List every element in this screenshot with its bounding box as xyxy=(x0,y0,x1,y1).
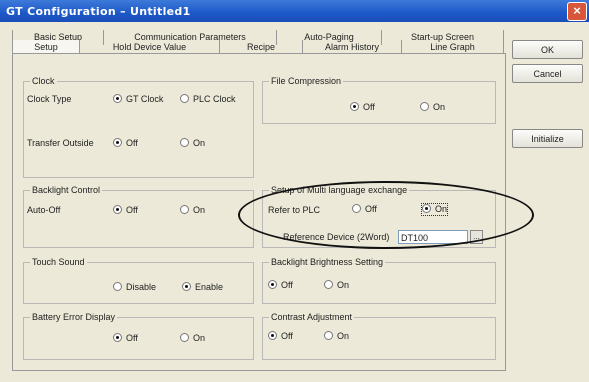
multi-language-legend: Setup of Multi language exchange xyxy=(269,185,410,196)
radio-label: Off xyxy=(126,138,138,148)
radio-label: On xyxy=(193,333,206,343)
transfer-on-radio[interactable]: On xyxy=(180,138,205,149)
radio-label: On xyxy=(337,280,350,290)
radio-label: On xyxy=(435,204,448,214)
refer-to-plc-label: Refer to PLC xyxy=(268,205,321,215)
radio-label: Off xyxy=(365,204,377,214)
backlight-control-group: Backlight Control xyxy=(23,185,254,248)
tab-setup[interactable]: Setup xyxy=(12,40,80,54)
file-compression-legend: File Compression xyxy=(269,76,344,87)
contrast-off-radio[interactable]: Off xyxy=(268,331,293,342)
radio-dot xyxy=(324,280,333,289)
refer-off-radio[interactable]: Off xyxy=(352,204,377,215)
radio-label: On xyxy=(433,102,446,112)
transfer-outside-label: Transfer Outside xyxy=(27,138,94,148)
radio-dot xyxy=(182,282,191,291)
initialize-button[interactable]: Initialize xyxy=(512,129,583,148)
radio-label: On xyxy=(193,138,206,148)
radio-dot xyxy=(180,138,189,147)
transfer-off-radio[interactable]: Off xyxy=(113,138,138,149)
radio-dot xyxy=(180,94,189,103)
radio-dot xyxy=(113,94,122,103)
radio-dot xyxy=(268,280,277,289)
battery-error-legend: Battery Error Display xyxy=(30,312,118,323)
radio-label: Off xyxy=(126,205,138,215)
clock-legend: Clock xyxy=(30,76,57,87)
touch-sound-legend: Touch Sound xyxy=(30,257,87,268)
auto-off-label: Auto-Off xyxy=(27,205,61,215)
auto-off-on-radio[interactable]: On xyxy=(180,205,205,216)
backlight-control-legend: Backlight Control xyxy=(30,185,103,196)
backlight-brightness-group: Backlight Brightness Setting xyxy=(262,257,496,304)
radio-dot xyxy=(268,331,277,340)
battery-error-off-radio[interactable]: Off xyxy=(113,333,138,344)
file-compression-off-radio[interactable]: Off xyxy=(350,102,375,113)
radio-dot xyxy=(113,282,122,291)
reference-device-browse-button[interactable]: ... xyxy=(470,230,483,244)
radio-label: On xyxy=(193,205,206,215)
backlight-brightness-legend: Backlight Brightness Setting xyxy=(269,257,386,268)
gt-configuration-dialog: GT Configuration – Untitled1 × Basic Set… xyxy=(0,0,589,382)
clock-plc-clock-radio[interactable]: PLC Clock xyxy=(180,94,236,105)
radio-label: GT Clock xyxy=(126,94,164,104)
title-bar: GT Configuration – Untitled1 × xyxy=(0,0,589,22)
touch-sound-disable-radio[interactable]: Disable xyxy=(113,282,156,293)
close-button[interactable]: × xyxy=(567,2,587,21)
clock-gt-clock-radio[interactable]: GT Clock xyxy=(113,94,163,105)
radio-dot xyxy=(350,102,359,111)
radio-dot xyxy=(113,138,122,147)
radio-dot xyxy=(324,331,333,340)
radio-label: PLC Clock xyxy=(193,94,236,104)
refer-on-radio[interactable]: On xyxy=(420,203,449,216)
window-title: GT Configuration – Untitled1 xyxy=(6,5,191,18)
ok-button[interactable]: OK xyxy=(512,40,583,59)
radio-label: On xyxy=(337,331,350,341)
brightness-off-radio[interactable]: Off xyxy=(268,280,293,291)
battery-error-group: Battery Error Display xyxy=(23,312,254,360)
radio-dot xyxy=(113,333,122,342)
radio-dot xyxy=(180,205,189,214)
cancel-button[interactable]: Cancel xyxy=(512,64,583,83)
radio-label: Off xyxy=(281,331,293,341)
radio-dot xyxy=(420,102,429,111)
radio-label: Off xyxy=(363,102,375,112)
radio-dot xyxy=(113,205,122,214)
clock-type-label: Clock Type xyxy=(27,94,72,104)
radio-dot xyxy=(180,333,189,342)
brightness-on-radio[interactable]: On xyxy=(324,280,349,291)
reference-device-input[interactable]: DT100 xyxy=(398,230,468,244)
contrast-on-radio[interactable]: On xyxy=(324,331,349,342)
radio-dot xyxy=(422,204,431,213)
radio-dot xyxy=(352,204,361,213)
radio-label: Off xyxy=(126,333,138,343)
touch-sound-enable-radio[interactable]: Enable xyxy=(182,282,223,293)
reference-device-label: Reference Device (2Word) xyxy=(283,232,390,242)
file-compression-on-radio[interactable]: On xyxy=(420,102,445,113)
battery-error-on-radio[interactable]: On xyxy=(180,333,205,344)
radio-label: Disable xyxy=(126,282,157,292)
radio-label: Off xyxy=(281,280,293,290)
file-compression-group: File Compression xyxy=(262,76,496,124)
auto-off-off-radio[interactable]: Off xyxy=(113,205,138,216)
radio-label: Enable xyxy=(195,282,224,292)
contrast-group: Contrast Adjustment xyxy=(262,312,496,360)
contrast-legend: Contrast Adjustment xyxy=(269,312,355,323)
